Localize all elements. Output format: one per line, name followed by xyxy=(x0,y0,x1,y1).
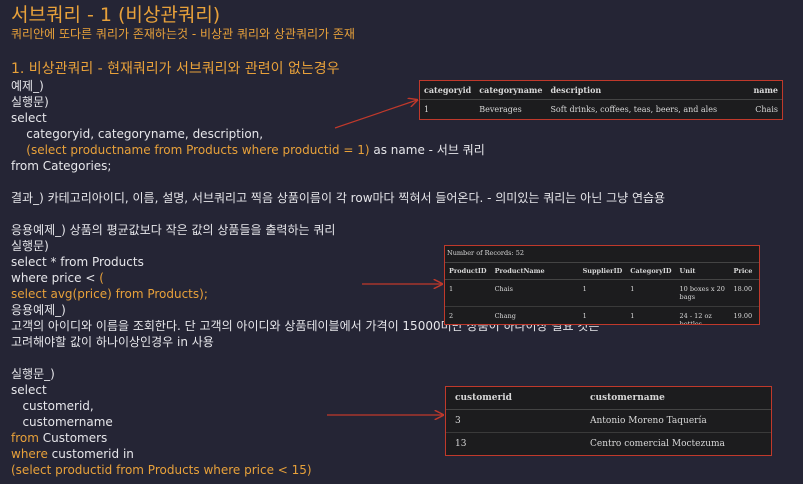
section1-title: 1. 비상관쿼리 - 현재쿼리가 서브쿼리와 관련이 없는경우 xyxy=(11,61,340,77)
table-row: 13 Centro comercial Moctezuma xyxy=(446,432,771,455)
table-row: 1 Beverages Soft drinks, coffees, teas, … xyxy=(420,100,782,120)
table-cell: 13 xyxy=(446,432,581,455)
section2-label2: 응용예제_) xyxy=(11,303,66,317)
table-row: 2 Chang 1 1 24 - 12 oz bottles 19.00 xyxy=(445,306,759,324)
table-cell: 3 xyxy=(446,409,581,433)
code-where: where price < xyxy=(11,271,100,285)
result-text: 결과_) 카테고리아이디, 이름, 설명, 서브쿼리고 찍음 상품이름이 각 r… xyxy=(11,191,666,205)
description: 고려해야할 값이 하나이상인경우 in 사용 xyxy=(11,335,214,349)
page-title: 서브쿼리 - 1 (비상관쿼리) xyxy=(11,4,221,26)
code-line: select * from Products xyxy=(11,255,144,269)
table-cell: 2 xyxy=(445,306,491,324)
page-subtitle: 쿼리안에 또다른 쿼리가 존재하는것 - 비상관 쿼리와 상관쿼리가 존재 xyxy=(11,27,355,41)
table-cell: Beverages xyxy=(479,105,522,114)
result-table-categories: categoryid categoryname description name… xyxy=(419,80,783,120)
code-keyword: from xyxy=(11,431,39,445)
table-cell: 1 xyxy=(445,279,491,307)
table-header: description xyxy=(546,81,744,100)
table-cell: Chais xyxy=(490,279,579,307)
table-header: ProductName xyxy=(490,262,579,280)
table-header: customerid xyxy=(446,387,581,410)
table-row: 1 Chais 1 1 10 boxes x 20 bags 18.00 xyxy=(445,279,759,307)
table-cell: Chais xyxy=(755,105,778,114)
code-text: Customers xyxy=(38,431,108,445)
table-cell: 1 xyxy=(626,306,676,324)
table-cell: 24 - 12 oz bottles xyxy=(675,306,730,324)
table-header: customername xyxy=(581,387,771,410)
table-cell: 1 xyxy=(578,279,627,307)
code-keyword: where xyxy=(11,447,48,461)
code-line: customername xyxy=(11,415,113,429)
record-count: Number of Records: 52 xyxy=(447,249,525,257)
table-header: categoryid xyxy=(420,81,476,100)
result-table-customers: customerid customername 3 Antonio Moreno… xyxy=(445,386,772,456)
table-cell: 19.00 xyxy=(729,306,759,324)
table-cell: 1 xyxy=(578,306,627,324)
code-line: customerid, xyxy=(11,399,94,413)
table-cell: Centro comercial Moctezuma xyxy=(581,432,771,455)
exec-label: 실행문) xyxy=(11,239,49,253)
table-cell: 18.00 xyxy=(729,279,759,307)
table-header: Price xyxy=(729,262,759,280)
table-cell: Antonio Moreno Taquería xyxy=(581,409,771,433)
subquery-code: (select productname from Products where … xyxy=(11,143,370,157)
exec-label: 실행문) xyxy=(11,95,49,109)
table-cell: Chang xyxy=(490,306,579,324)
section2-label: 응용예제_) 상품의 평균값보다 작은 값의 상품들을 출력하는 쿼리 xyxy=(11,223,336,237)
code-line: categoryid, categoryname, description, xyxy=(11,127,264,141)
subquery-note: as name - 서브 쿼리 xyxy=(369,143,485,157)
table-cell: Soft drinks, coffees, teas, beers, and a… xyxy=(550,105,718,114)
table-header: ProductID xyxy=(445,262,491,280)
code-line: select xyxy=(11,111,47,125)
table-header: Unit xyxy=(675,262,730,280)
example-label: 예제_) xyxy=(11,79,44,93)
exec-label: 실행문_) xyxy=(11,367,55,381)
table-header: SupplierID xyxy=(578,262,627,280)
code-line: where price < ( xyxy=(11,270,104,286)
code-line: (select productname from Products where … xyxy=(11,142,485,158)
code-line: from Customers xyxy=(11,430,107,446)
table-header: name xyxy=(744,81,782,100)
table-row: 3 Antonio Moreno Taquería xyxy=(446,409,771,433)
code-paren: ( xyxy=(99,271,104,285)
table-cell: 1 xyxy=(626,279,676,307)
table-header: categoryname xyxy=(475,81,547,100)
code-line: from Categories; xyxy=(11,159,112,173)
code-line: (select productid from Products where pr… xyxy=(11,463,312,477)
code-text: customerid in xyxy=(47,447,134,461)
code-line: where customerid in xyxy=(11,446,134,462)
arrow-1 xyxy=(334,100,417,129)
table-header: CategoryID xyxy=(626,262,676,280)
table-cell: 1 xyxy=(424,105,430,114)
table-cell: 10 boxes x 20 bags xyxy=(675,279,730,307)
code-line: select xyxy=(11,383,47,397)
code-line: select avg(price) from Products); xyxy=(11,287,208,301)
result-table-products: Number of Records: 52 ProductID ProductN… xyxy=(444,245,760,325)
